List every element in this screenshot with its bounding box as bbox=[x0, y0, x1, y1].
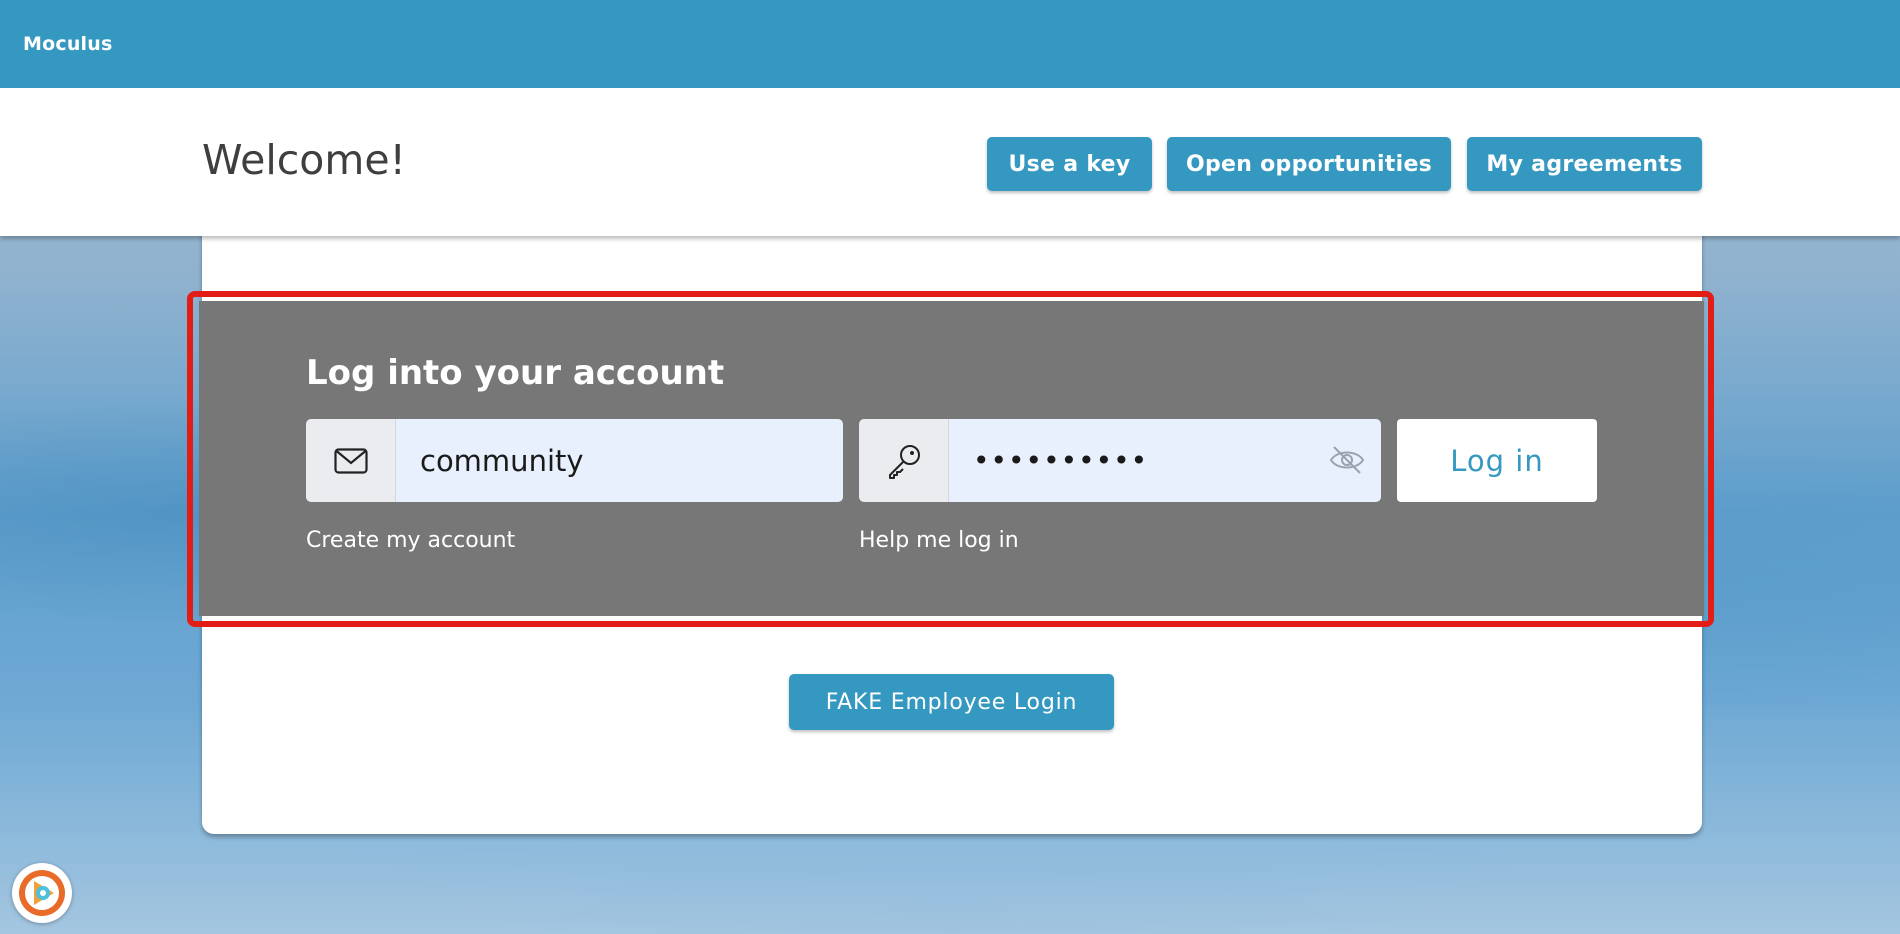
use-key-button[interactable]: Use a key bbox=[987, 137, 1152, 191]
fake-employee-login-button[interactable]: FAKE Employee Login bbox=[789, 674, 1114, 730]
highlight-box bbox=[187, 291, 1714, 627]
page-title: Welcome! bbox=[202, 136, 406, 184]
open-opportunities-button[interactable]: Open opportunities bbox=[1167, 137, 1451, 191]
top-navbar: Moculus bbox=[0, 0, 1900, 88]
brand-logo[interactable]: Moculus bbox=[23, 33, 113, 55]
my-agreements-button[interactable]: My agreements bbox=[1467, 137, 1702, 191]
welcome-header: Welcome! Use a key Open opportunities My… bbox=[0, 88, 1900, 236]
assistant-logo-icon[interactable] bbox=[12, 863, 72, 923]
